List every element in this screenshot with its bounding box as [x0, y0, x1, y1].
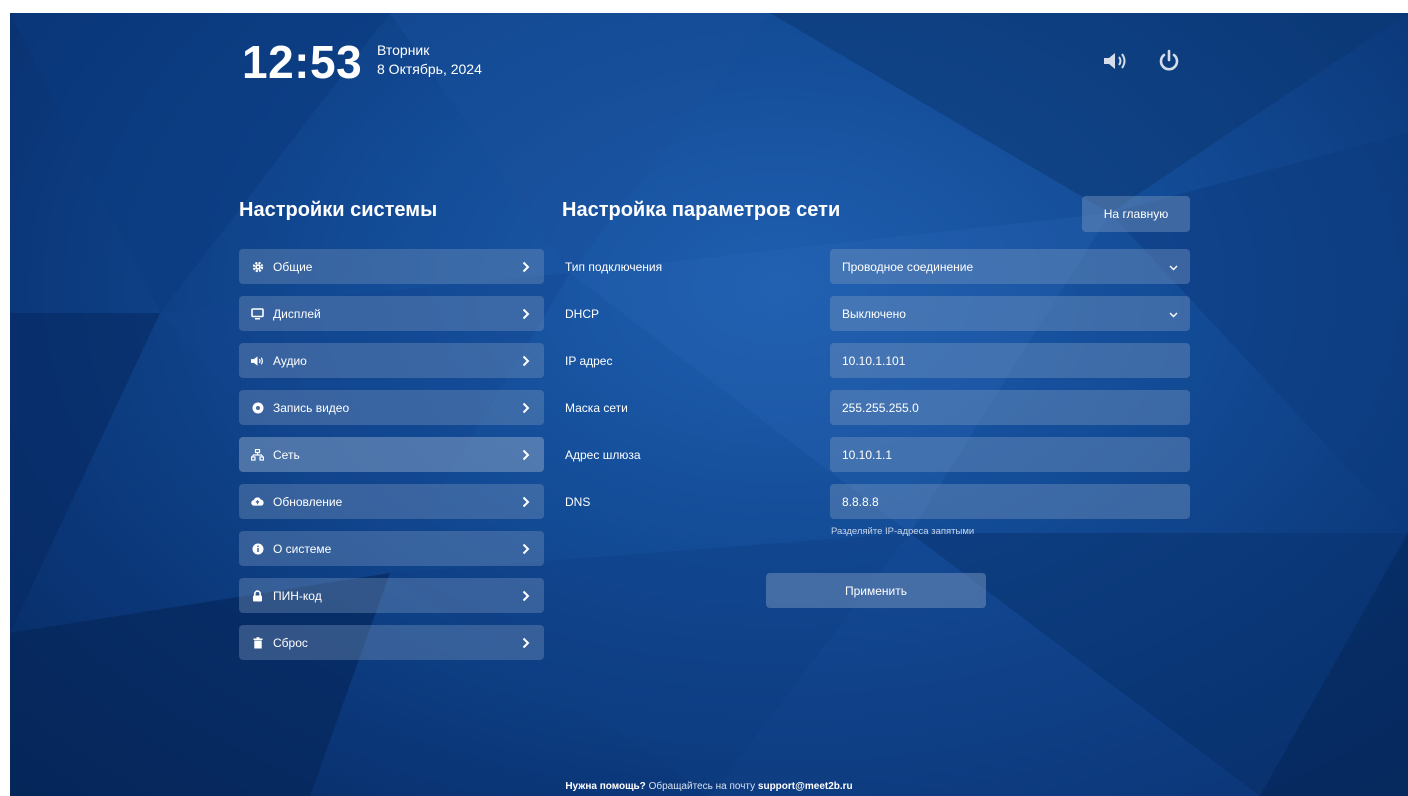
footer: Нужна помощь? Обращайтесь на почту suppo… [10, 781, 1408, 792]
sidebar-item-label: Общие [273, 259, 313, 274]
volume-icon [251, 354, 264, 367]
sidebar-item-label: ПИН-код [273, 588, 322, 603]
footer-help: Нужна помощь? [565, 781, 646, 792]
chevron-right-icon [522, 308, 532, 320]
connection-type-select[interactable]: Проводное соединение [830, 249, 1190, 284]
sidebar-item-label: Дисплей [273, 306, 321, 321]
sidebar-item-label: Сеть [273, 447, 300, 462]
chevron-right-icon [522, 402, 532, 414]
dns-field[interactable]: 8.8.8.8 [830, 484, 1190, 519]
sidebar-item-label: Сброс [273, 635, 308, 650]
power-icon[interactable] [1154, 47, 1184, 75]
ip-address-label: IP адрес [565, 354, 613, 368]
sidebar-item-display[interactable]: Дисплей [239, 296, 544, 331]
sidebar-item-video-recording[interactable]: Запись видео [239, 390, 544, 425]
sidebar-item-reset[interactable]: Сброс [239, 625, 544, 660]
network-settings-title: Настройка параметров сети [562, 199, 841, 221]
volume-icon[interactable] [1102, 47, 1132, 75]
date: 8 Октябрь, 2024 [377, 61, 482, 77]
gear-icon [251, 260, 264, 273]
monitor-icon [251, 307, 264, 320]
background-pattern [10, 13, 1408, 796]
connection-type-label: Тип подключения [565, 260, 663, 274]
record-icon [251, 401, 264, 414]
connection-type-value: Проводное соединение [842, 259, 974, 274]
sidebar-item-label: О системе [273, 541, 332, 556]
dns-hint: Разделяйте IP-адреса запятыми [831, 526, 975, 537]
chevron-right-icon [522, 261, 532, 273]
date-block: Вторник 8 Октябрь, 2024 [377, 41, 482, 79]
chevron-right-icon [522, 355, 532, 367]
sidebar-item-label: Обновление [273, 494, 343, 509]
footer-text: Обращайтесь на почту [648, 781, 756, 792]
apply-button[interactable]: Применить [766, 573, 986, 608]
chevron-down-icon [1169, 260, 1178, 274]
home-button[interactable]: На главную [1082, 196, 1190, 232]
lock-icon [251, 589, 264, 602]
netmask-label: Маска сети [565, 401, 628, 415]
network-icon [251, 448, 264, 461]
chevron-right-icon [522, 496, 532, 508]
chevron-down-icon [1169, 307, 1178, 321]
sidebar-item-label: Аудио [273, 353, 307, 368]
dns-label: DNS [565, 495, 591, 509]
cloud-upload-icon [251, 495, 264, 508]
sidebar-item-network[interactable]: Сеть [239, 437, 544, 472]
sidebar-item-pin-code[interactable]: ПИН-код [239, 578, 544, 613]
weekday: Вторник [377, 42, 430, 58]
dhcp-value: Выключено [842, 306, 906, 321]
sidebar-item-update[interactable]: Обновление [239, 484, 544, 519]
chevron-right-icon [522, 449, 532, 461]
chevron-right-icon [522, 637, 532, 649]
support-email-link[interactable]: support@meet2b.ru [758, 781, 853, 792]
info-icon [251, 542, 264, 555]
sidebar-item-audio[interactable]: Аудио [239, 343, 544, 378]
clock-time: 12:53 [242, 36, 363, 88]
app-screen: 12:53 Вторник 8 Октябрь, 2024 Настройки … [10, 13, 1408, 796]
sidebar-item-label: Запись видео [273, 400, 350, 415]
netmask-field[interactable]: 255.255.255.0 [830, 390, 1190, 425]
ip-address-field[interactable]: 10.10.1.101 [830, 343, 1190, 378]
chevron-right-icon [522, 543, 532, 555]
settings-menu: Общие Дисплей Аудио Запись видео Сеть Об… [239, 249, 544, 672]
gateway-label: Адрес шлюза [565, 448, 641, 462]
sidebar-item-general[interactable]: Общие [239, 249, 544, 284]
chevron-right-icon [522, 590, 532, 602]
dhcp-label: DHCP [565, 307, 600, 321]
gateway-field[interactable]: 10.10.1.1 [830, 437, 1190, 472]
trash-icon [251, 636, 264, 649]
settings-title: Настройки системы [239, 199, 438, 221]
dhcp-select[interactable]: Выключено [830, 296, 1190, 331]
sidebar-item-about[interactable]: О системе [239, 531, 544, 566]
